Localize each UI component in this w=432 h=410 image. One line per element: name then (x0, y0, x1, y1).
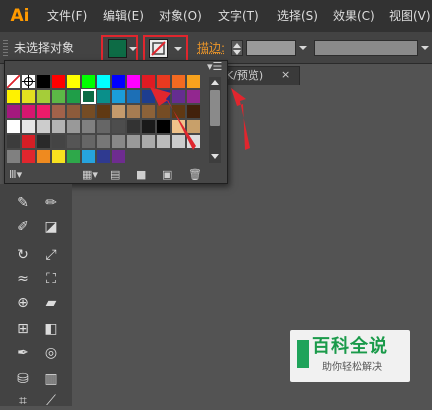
watermark-logo (297, 340, 309, 368)
arrow-to-stroke (150, 87, 196, 150)
watermark-title: 百科全说 (312, 336, 388, 357)
arrow-to-panel-menu (231, 88, 250, 150)
watermark-subtitle: 助你轻松解决 (322, 362, 382, 373)
